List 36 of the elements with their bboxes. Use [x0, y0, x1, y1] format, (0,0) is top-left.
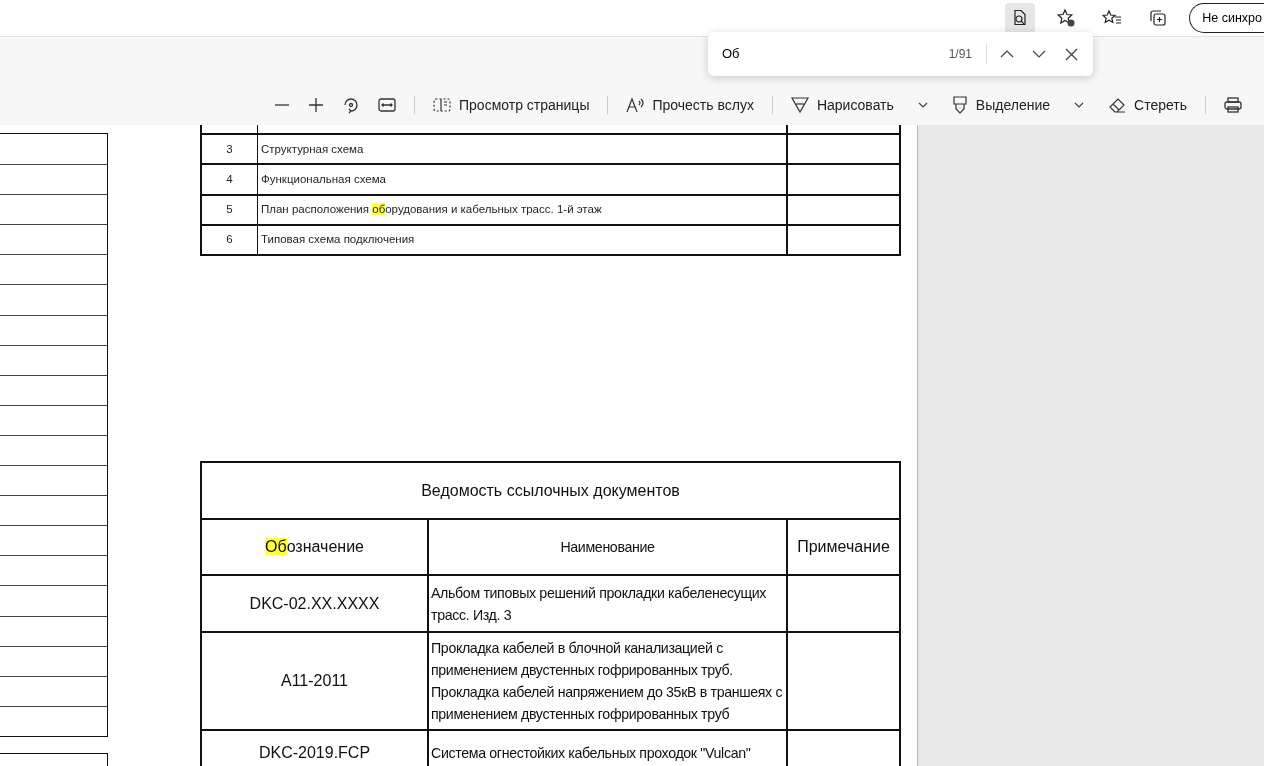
table-cell: Система огнестойких кабельных проходок "Vulcan" — [429, 731, 788, 766]
column-header: Обозначение — [202, 520, 429, 574]
find-field[interactable]: Об — [722, 44, 902, 64]
caret-icon — [917, 102, 928, 108]
chevron-up-icon — [1000, 50, 1014, 58]
match-count: 1/91 — [948, 46, 972, 63]
table-cell: DKC-02.XX.XXXX — [202, 576, 429, 631]
table-cell: А11-2011 — [202, 633, 429, 729]
highlight-button[interactable]: Выделение — [945, 90, 1096, 120]
draw-icon — [790, 96, 809, 114]
caret-icon — [1074, 102, 1084, 108]
table-cell: 6 — [202, 225, 258, 255]
highlighter-icon — [951, 96, 968, 114]
draw-button[interactable]: Нарисовать — [784, 90, 940, 120]
page-view-button[interactable]: Просмотр страницы — [427, 90, 596, 120]
column-header: Примечание — [796, 537, 891, 557]
read-aloud-icon — [626, 97, 645, 113]
page-view-icon — [433, 97, 451, 113]
table-cell: 4 — [202, 165, 258, 194]
table-cell: Структурная схема — [258, 135, 788, 164]
table-cell: Функциональная схема — [258, 165, 788, 194]
table-cell: Альбом типовых решений прокладки кабеленесущих трасс. Изд. 3 — [429, 576, 788, 631]
find-in-page-icon[interactable] — [1005, 3, 1036, 33]
table-title: Ведомость ссылочных документов — [202, 463, 899, 520]
table-cell: DKC-2019.FCP — [202, 731, 429, 766]
eraser-icon — [1108, 97, 1126, 113]
table-cell: 3 — [202, 135, 258, 164]
profile-button[interactable]: Не синхро — [1189, 3, 1264, 33]
erase-button[interactable]: Стереть — [1102, 90, 1193, 120]
table-cell: Прокладка кабелей в блочной канализацией с применением двустенных гофрированных труб. Прокладка кабелей напряжением до 35кВ в траншеях с применением двустенных гофрированных труб — [429, 633, 788, 729]
table-cell: Типовая схема подключения — [258, 225, 788, 255]
table-cell: 5 — [202, 195, 258, 224]
close-icon — [1064, 47, 1078, 61]
column-header: Наименование — [429, 520, 788, 574]
read-aloud-button[interactable]: Прочесть вслух — [620, 90, 760, 120]
chevron-down-icon — [1032, 50, 1046, 58]
